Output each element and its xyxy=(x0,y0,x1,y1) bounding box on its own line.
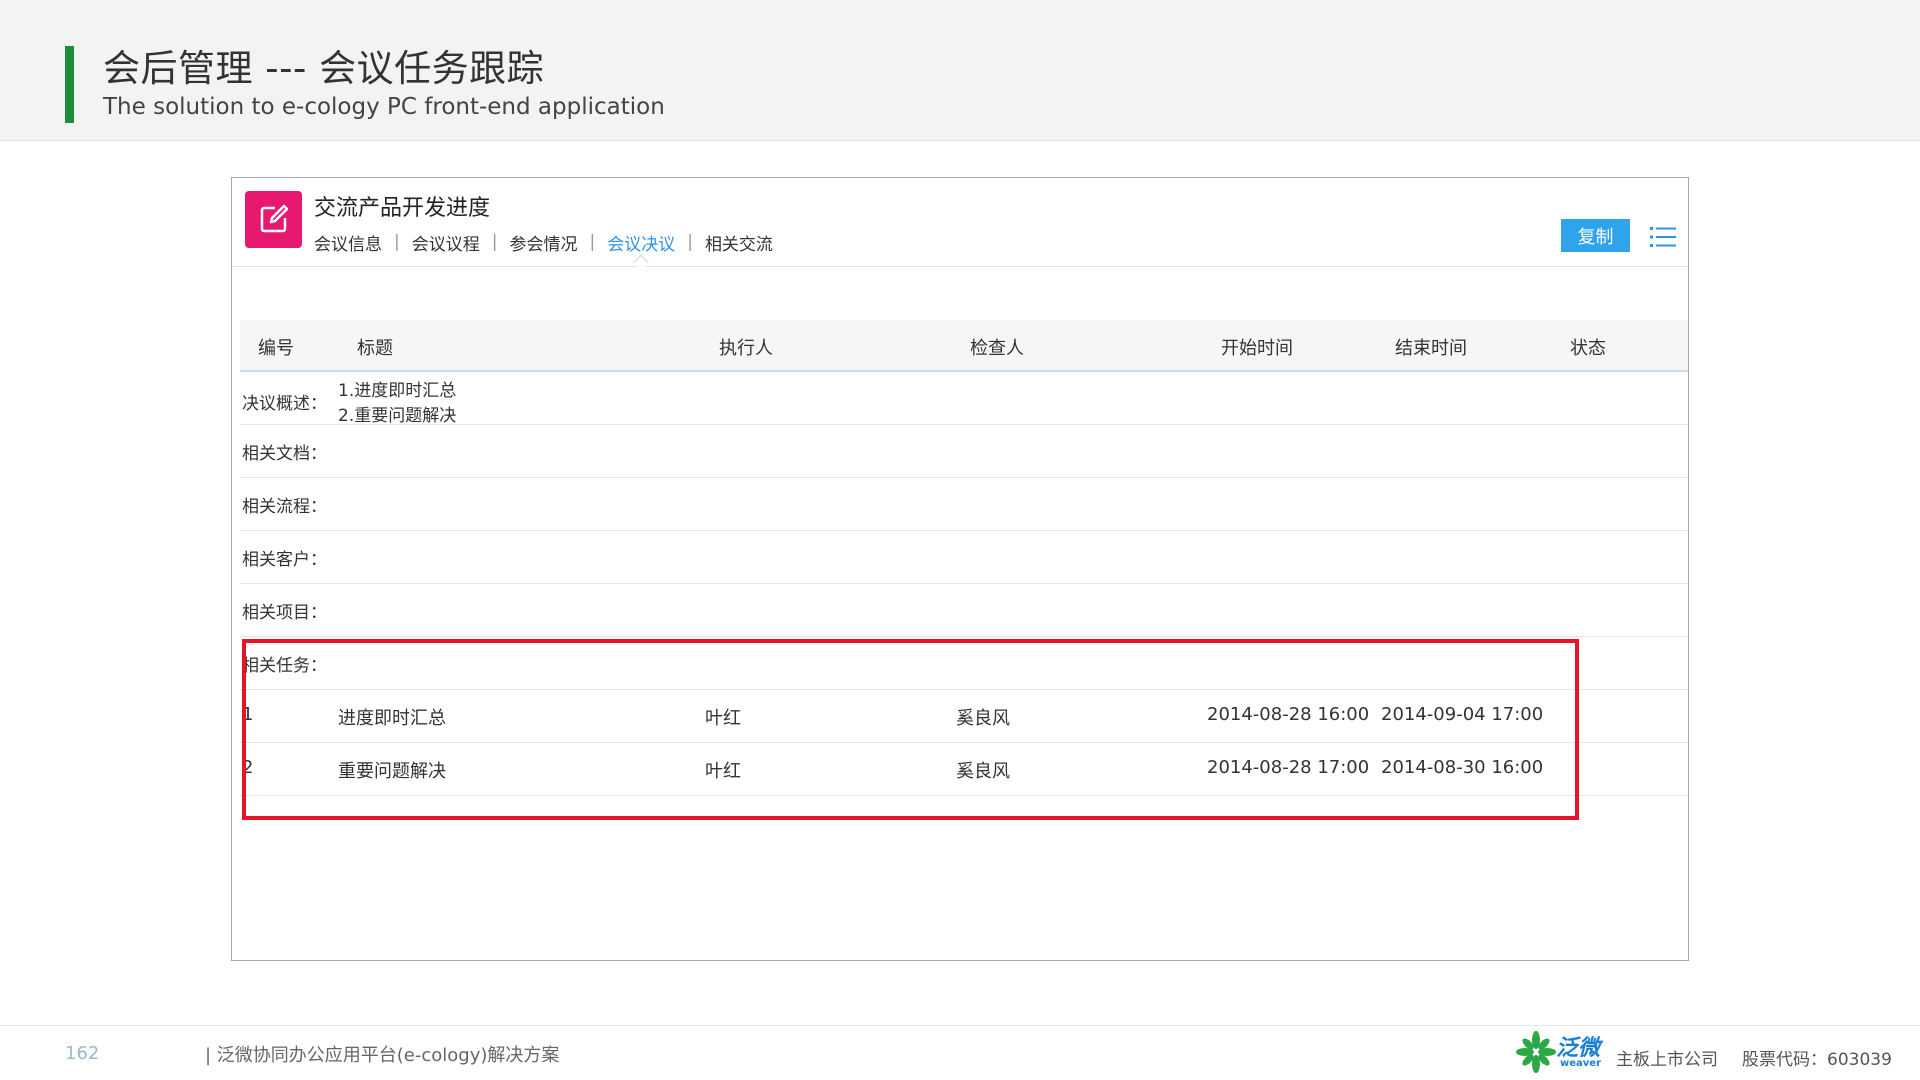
slide: 会后管理 --- 会议任务跟踪 The solution to e-cology… xyxy=(0,0,1920,1080)
task-checker: 奚良风 xyxy=(956,708,1010,729)
list-menu-icon[interactable] xyxy=(1650,225,1676,249)
tab-separator: | xyxy=(687,232,693,252)
tab-meeting-agenda[interactable]: 会议议程 xyxy=(412,230,480,255)
stock-code: 股票代码：603039 xyxy=(1742,1050,1892,1070)
related-workflow-label: 相关流程： xyxy=(242,497,327,517)
column-header-number[interactable]: 编号 xyxy=(258,334,294,360)
task-start-time: 2014-08-28 16:00 xyxy=(1207,704,1370,725)
column-header-checker[interactable]: 检查人 xyxy=(970,334,1024,360)
copy-button[interactable]: 复制 xyxy=(1561,219,1630,252)
tab-separator: | xyxy=(394,232,400,252)
summary-line: 2.重要问题解决 xyxy=(338,406,457,426)
related-customer-label: 相关客户： xyxy=(242,550,327,570)
task-checker: 奚良风 xyxy=(956,761,1010,782)
summary-line: 1.进度即时汇总 xyxy=(338,381,457,401)
footer-divider xyxy=(0,1025,1920,1026)
slide-subtitle: The solution to e-cology PC front-end ap… xyxy=(103,94,665,120)
tab-separator: | xyxy=(491,232,498,252)
task-title-link[interactable]: 重要问题解决 xyxy=(338,757,446,783)
page-number: 162 xyxy=(65,1043,100,1064)
column-header-end-time[interactable]: 结束时间 xyxy=(1395,334,1467,360)
task-executor: 叶红 xyxy=(705,761,741,782)
task-end-time: 2014-08-30 16:00 xyxy=(1381,757,1544,778)
column-header-status[interactable]: 状态 xyxy=(1570,334,1606,360)
slide-title: 会后管理 --- 会议任务跟踪 xyxy=(103,47,545,90)
related-project-row: 相关项目： xyxy=(240,584,1688,637)
task-start-time: 2014-08-28 17:00 xyxy=(1207,757,1370,778)
column-header-start-time[interactable]: 开始时间 xyxy=(1221,334,1293,360)
tab-meeting-resolution[interactable]: 会议决议 xyxy=(607,230,675,255)
weaver-logo-icon xyxy=(1516,1031,1556,1073)
related-customer-row: 相关客户： xyxy=(240,531,1688,584)
header-accent-bar xyxy=(65,46,74,123)
task-title-link[interactable]: 进度即时汇总 xyxy=(338,704,446,730)
related-tasks-row: 相关任务： xyxy=(240,637,1688,690)
edit-icon xyxy=(245,191,302,248)
related-workflow-row: 相关流程： xyxy=(240,478,1688,531)
tab-bar: 会议信息 | 会议议程 | 参会情况 | 会议决议 | 相关交流 xyxy=(314,230,773,255)
tab-related-communication[interactable]: 相关交流 xyxy=(705,230,773,255)
table-header: 编号 标题 执行人 检查人 开始时间 结束时间 状态 xyxy=(240,320,1688,372)
related-project-label: 相关项目： xyxy=(242,603,327,623)
task-number: 1 xyxy=(242,704,254,725)
tab-separator: | xyxy=(589,232,596,252)
app-window: 交流产品开发进度 会议信息 | 会议议程 | 参会情况 | 会议决议 | 相关交… xyxy=(231,177,1689,961)
task-executor: 叶红 xyxy=(705,708,741,729)
slide-header: 会后管理 --- 会议任务跟踪 The solution to e-cology… xyxy=(0,0,1920,141)
company-label: 主板上市公司 xyxy=(1616,1050,1718,1070)
related-docs-label: 相关文档： xyxy=(242,444,327,464)
weaver-logo: 泛微 weaver xyxy=(1516,1030,1602,1074)
column-header-title[interactable]: 标题 xyxy=(357,334,393,360)
task-row[interactable]: 2 重要问题解决 叶红 奚良风 2014-08-28 17:00 2014-08… xyxy=(240,743,1688,796)
footer-text: | 泛微协同办公应用平台(e-cology)解决方案 xyxy=(205,1045,560,1066)
task-row[interactable]: 1 进度即时汇总 叶红 奚良风 2014-08-28 16:00 2014-09… xyxy=(240,690,1688,743)
related-docs-row: 相关文档： xyxy=(240,425,1688,478)
related-tasks-label: 相关任务： xyxy=(242,656,327,676)
task-end-time: 2014-09-04 17:00 xyxy=(1381,704,1544,725)
logo-subtext: weaver xyxy=(1560,1058,1602,1069)
summary-row: 决议概述： 1.进度即时汇总 2.重要问题解决 xyxy=(240,372,1688,426)
app-header: 交流产品开发进度 会议信息 | 会议议程 | 参会情况 | 会议决议 | 相关交… xyxy=(232,178,1688,267)
meeting-title: 交流产品开发进度 xyxy=(314,196,491,221)
tab-meeting-info[interactable]: 会议信息 xyxy=(314,230,382,255)
task-number: 2 xyxy=(242,757,254,778)
column-header-executor[interactable]: 执行人 xyxy=(719,334,773,360)
summary-label: 决议概述： xyxy=(242,394,327,414)
tab-attendance[interactable]: 参会情况 xyxy=(509,230,577,255)
